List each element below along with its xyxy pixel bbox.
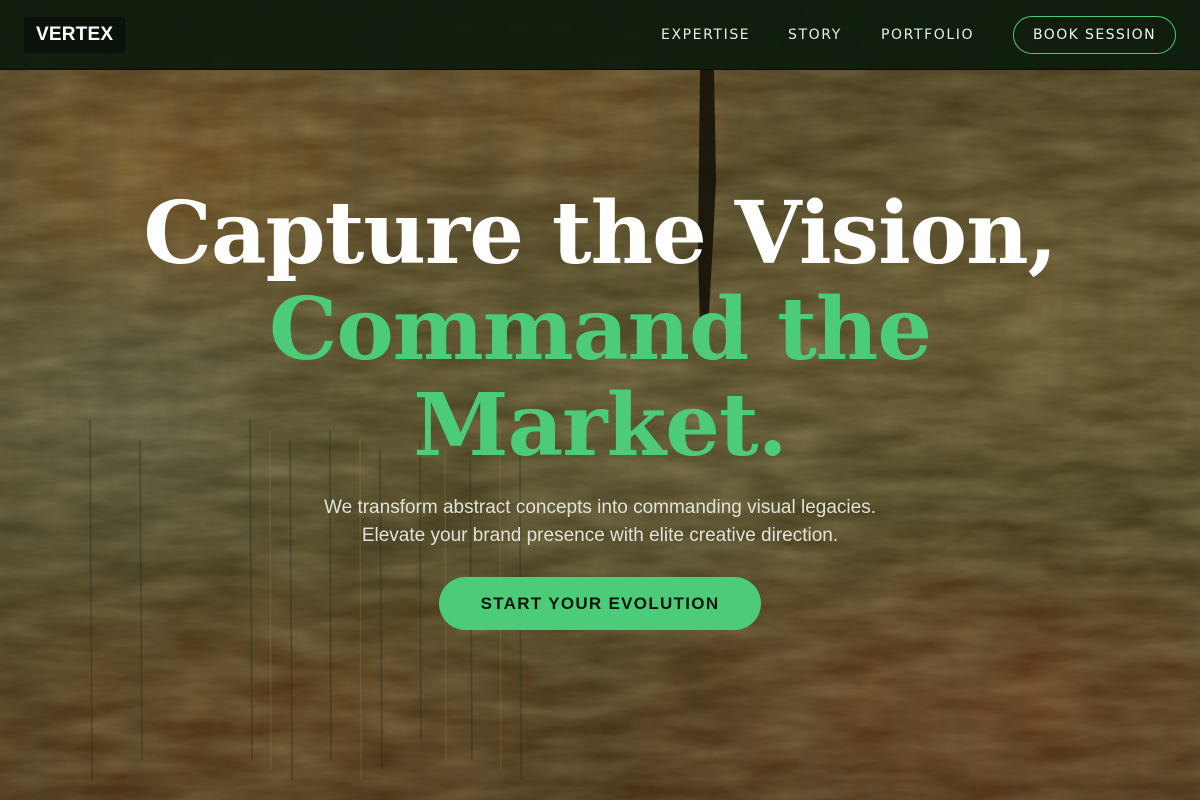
nav-link-story[interactable]: STORY — [788, 25, 842, 45]
start-evolution-button[interactable]: START YOUR EVOLUTION — [439, 577, 761, 630]
book-session-button[interactable]: BOOK SESSION — [1013, 16, 1176, 54]
hero-subtext-line-2: Elevate your brand presence with elite c… — [361, 525, 839, 546]
hero-headline-line-2: Command the — [268, 279, 932, 380]
top-navbar: VERTEX EXPERTISE STORY PORTFOLIO BOOK SE… — [0, 0, 1200, 70]
hero-headline-line-1: Capture the Vision, — [143, 183, 1057, 284]
brand-logo[interactable]: VERTEX — [24, 17, 126, 53]
landing-page: VERTEX EXPERTISE STORY PORTFOLIO BOOK SE… — [0, 0, 1200, 800]
nav-link-expertise[interactable]: EXPERTISE — [661, 25, 750, 45]
nav-link-portfolio[interactable]: PORTFOLIO — [881, 25, 974, 45]
hero-subtext-line-1: We transform abstract concepts into comm… — [324, 497, 876, 518]
hero-headline-line-3: Market. — [413, 375, 787, 476]
